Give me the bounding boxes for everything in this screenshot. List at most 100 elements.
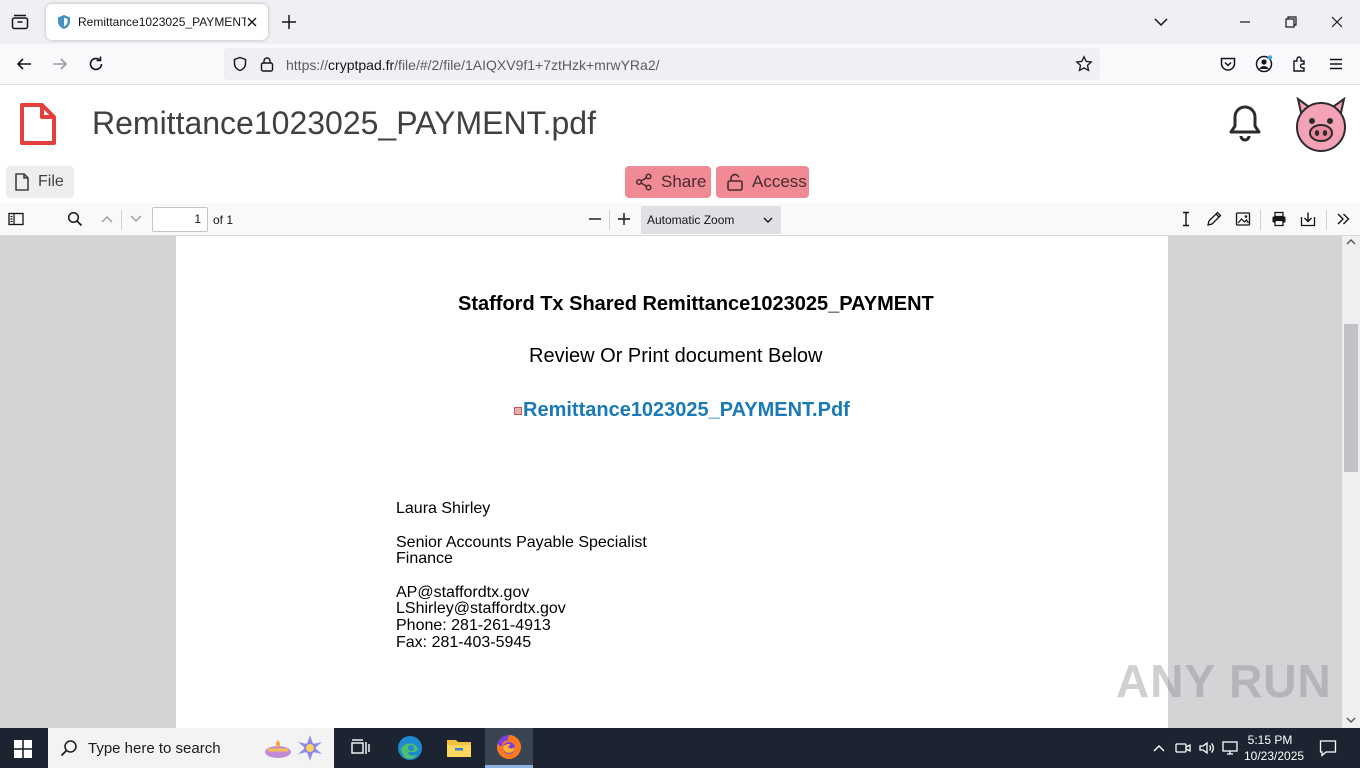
file-icon [15,173,29,191]
scroll-up-icon[interactable] [1346,238,1356,246]
pdf-document-link[interactable]: Remittance1023025_PAYMENT.Pdf [514,399,850,422]
signature-phone: Phone: 281-261-4913 [396,617,551,634]
notification-center-icon[interactable] [1319,739,1337,757]
document-title[interactable]: Remittance1023025_PAYMENT.pdf [92,105,596,142]
firefox-view-icon[interactable] [8,11,32,33]
windows-taskbar: Type here to search 5:15 PM 10/23/2025 [0,728,1360,768]
reload-icon[interactable] [87,55,105,73]
cryptpad-favicon-icon [58,15,70,29]
share-button[interactable]: Share [625,166,711,198]
file-app-icon [20,103,56,145]
account-icon[interactable] [1255,55,1273,73]
url-host: cryptpad.fr [328,57,395,73]
notification-bell-icon[interactable] [1227,103,1263,143]
network-icon[interactable] [1222,740,1238,756]
next-page-icon[interactable] [128,211,144,227]
signature-email-ap: AP@staffordtx.gov [396,584,530,601]
toolbar-separator [609,210,610,230]
new-tab-icon[interactable] [280,13,298,31]
previous-page-icon[interactable] [99,211,115,227]
save-download-icon[interactable] [1300,211,1316,227]
pdf-toolbar: 1 of 1 Automatic Zoom [0,203,1360,236]
toolbar-separator [121,210,122,230]
tracking-protection-shield-icon[interactable] [232,56,248,72]
menu-hamburger-icon[interactable] [1327,55,1345,73]
signature-department: Finance [396,550,453,567]
taskbar-file-explorer[interactable] [435,728,483,768]
search-icon [60,740,77,757]
meet-now-camera-icon[interactable] [1175,740,1191,756]
double-chevron-right-icon[interactable] [1335,211,1351,227]
anyrun-watermark: ANY RUN [1116,655,1332,707]
zoom-select[interactable]: Automatic Zoom [641,206,781,234]
back-arrow-icon[interactable] [15,55,33,73]
extensions-icon[interactable] [1291,55,1309,73]
vertical-scrollbar[interactable] [1342,236,1360,728]
pdf-page: Stafford Tx Shared Remittance1023025_PAY… [176,236,1168,728]
navigation-bar: https://cryptpad.fr/file/#/2/file/1AIQXV… [0,44,1360,85]
add-image-icon[interactable] [1235,211,1251,227]
file-menu-label: File [38,173,64,190]
signature-email-personal: LShirley@staffordtx.gov [396,600,566,617]
zoom-value: Automatic Zoom [647,213,735,227]
share-label: Share [661,172,707,191]
scroll-down-icon[interactable] [1346,716,1356,724]
chevron-down-icon [763,217,773,223]
show-hidden-icons-chevron-icon[interactable] [1152,742,1166,754]
volume-speaker-icon[interactable] [1198,740,1216,756]
url-path: /file/#/2/file/1AIQXV9f1+7ztHzk+mrwYRa2/ [394,57,660,73]
system-clock[interactable]: 5:15 PM 10/23/2025 [1244,732,1305,764]
browser-tab[interactable]: Remittance1023025_PAYMENT.pdf [46,4,268,40]
zoom-in-icon[interactable] [616,211,632,227]
share-icon [635,173,652,191]
url-scheme: https:// [286,57,329,73]
taskbar-firefox[interactable] [485,728,533,768]
page-number-input[interactable]: 1 [152,207,208,232]
taskbar-search-input[interactable]: Type here to search [48,728,334,768]
signature-role: Senior Accounts Payable Specialist [396,534,647,551]
forward-arrow-icon[interactable] [51,55,69,73]
minimize-icon[interactable] [1237,14,1253,30]
signature-fax: Fax: 281-403-5945 [396,634,532,651]
tab-close-icon[interactable] [244,14,260,30]
file-menu-button[interactable]: File [6,166,74,198]
access-label: Access [752,172,807,191]
clock-date: 10/23/2025 [1244,749,1305,763]
restore-icon[interactable] [1283,14,1299,30]
taskbar-edge[interactable] [386,728,434,768]
search-placeholder: Type here to search [88,739,221,757]
access-button[interactable]: Access [716,166,809,198]
signature-name: Laura Shirley [396,500,491,517]
task-view-icon [351,739,370,754]
pocket-icon[interactable] [1219,55,1237,73]
user-avatar-pig-icon[interactable] [1292,95,1350,153]
tab-strip: Remittance1023025_PAYMENT.pdf [0,0,1360,44]
pdf-viewer[interactable]: Stafford Tx Shared Remittance1023025_PAY… [0,236,1360,728]
unlock-icon [727,173,743,191]
lock-icon[interactable] [260,56,274,72]
text-select-cursor-icon[interactable] [1178,211,1194,227]
draw-pen-icon[interactable] [1206,211,1222,227]
list-all-tabs-icon[interactable] [1153,14,1169,30]
close-window-icon[interactable] [1329,14,1345,30]
url-text[interactable]: https://cryptpad.fr/file/#/2/file/1AIQXV… [286,57,660,73]
edge-browser-icon [398,736,422,760]
find-search-icon[interactable] [67,211,83,227]
scrollbar-thumb[interactable] [1344,324,1358,472]
file-explorer-folder-icon [447,740,471,757]
tab-title: Remittance1023025_PAYMENT.pdf [78,15,246,29]
zoom-out-icon[interactable] [587,211,603,227]
toolbar-separator [1260,210,1261,230]
broken-image-icon [514,406,522,415]
url-bar[interactable]: https://cryptpad.fr/file/#/2/file/1AIQXV… [224,48,1100,80]
sidebar-toggle-icon[interactable] [8,211,24,227]
cryptpad-header: Remittance1023025_PAYMENT.pdf [0,85,1360,165]
task-view-button[interactable] [336,728,384,768]
bookmark-star-icon[interactable] [1075,55,1093,73]
cryptpad-toolbar: File Share Access [0,165,1360,203]
pdf-heading: Stafford Tx Shared Remittance1023025_PAY… [458,293,934,315]
search-highlight-diya-icon [265,735,322,761]
windows-start-icon[interactable] [14,740,32,758]
pdf-link-text: Remittance1023025_PAYMENT.Pdf [523,399,850,421]
print-icon[interactable] [1271,211,1287,227]
